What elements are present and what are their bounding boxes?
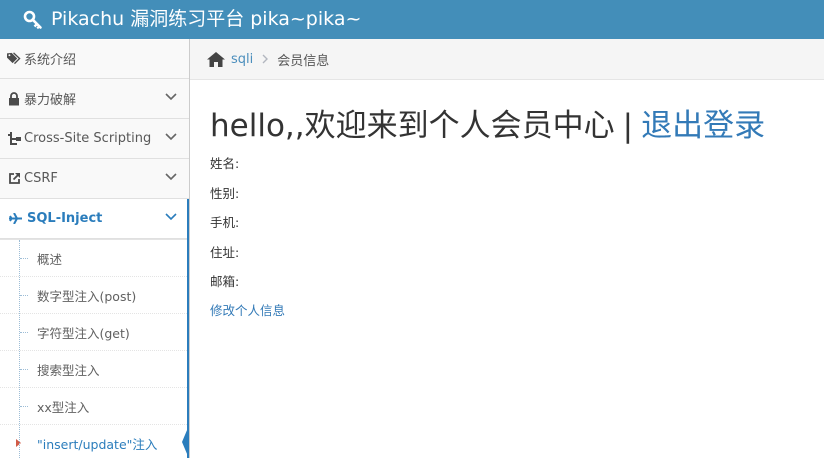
page-title: hello,,欢迎来到个人会员中心 | 退出登录	[210, 98, 765, 154]
sidebar-item-label: SQL-Inject	[27, 211, 103, 226]
sidebar-item-xss[interactable]: Cross-Site Scripting	[0, 119, 189, 159]
active-edge	[187, 199, 189, 458]
field-email: 邮箱:	[210, 274, 240, 289]
submenu-item-overview[interactable]: 概述	[0, 240, 189, 277]
field-phone: 手机:	[210, 215, 240, 230]
key-icon	[23, 10, 42, 29]
brand-title: Pikachu 漏洞练习平台 pika~pika~	[51, 8, 362, 30]
tree-icon	[7, 132, 21, 146]
breadcrumb-current: 会员信息	[277, 53, 330, 69]
submenu-item-xx[interactable]: xx型注入	[0, 388, 189, 425]
main-content: hello,,欢迎来到个人会员中心 | 退出登录 姓名: 性别: 手机: 住址: 邮…	[210, 98, 765, 319]
breadcrumb: sqli 会员信息	[190, 39, 824, 80]
submenu-item-label: 数字型注入(post)	[37, 288, 137, 304]
sidebar-item-label: 系统介绍	[24, 53, 77, 68]
chevron-down-icon	[165, 173, 177, 181]
submenu-item-insert-update[interactable]: "insert/update"注入	[0, 423, 189, 458]
chevron-down-icon	[165, 93, 177, 101]
greeting-text: hello,,欢迎来到个人会员中心	[210, 108, 615, 144]
submenu-item-numeric-post[interactable]: 数字型注入(post)	[0, 277, 189, 314]
field-gender: 性别:	[210, 185, 240, 201]
field-address: 住址:	[210, 244, 240, 260]
submenu-item-label: 概述	[37, 251, 63, 267]
chevron-right-icon	[262, 54, 269, 64]
submenu-item-label: 字符型注入(get)	[37, 325, 130, 341]
submenu-item-label: "insert/update"注入	[37, 436, 158, 452]
sidebar-item-brute-force[interactable]: 暴力破解	[0, 79, 189, 119]
brand[interactable]: Pikachu 漏洞练习平台 pika~pika~	[23, 0, 361, 39]
submenu-item-label: 搜索型注入	[37, 362, 100, 378]
lock-icon	[7, 91, 21, 106]
sidebar-item-label: Cross-Site Scripting	[24, 131, 152, 146]
submenu-tree-line	[19, 240, 20, 458]
sql-inject-submenu: 概述 数字型注入(post) 字符型注入(get) 搜索型注入 xx型注入 "i…	[0, 239, 189, 458]
sidebar: 系统介绍 暴力破解 Cross-Site Scripting CSRF SQL-…	[0, 39, 190, 458]
chevron-down-icon	[165, 213, 177, 221]
edit-profile-link[interactable]: 修改个人信息	[210, 300, 765, 319]
field-name: 姓名:	[210, 156, 240, 171]
sidebar-item-csrf[interactable]: CSRF	[0, 159, 189, 199]
submenu-item-string-get[interactable]: 字符型注入(get)	[0, 314, 189, 351]
logout-link[interactable]: 退出登录	[641, 108, 765, 144]
breadcrumb-link-sqli[interactable]: sqli	[231, 52, 253, 67]
plane-icon	[8, 212, 22, 226]
external-link-icon	[7, 172, 21, 186]
top-navbar: Pikachu 漏洞练习平台 pika~pika~	[0, 0, 824, 39]
chevron-down-icon	[165, 133, 177, 141]
submenu-item-label: xx型注入	[37, 399, 90, 415]
submenu-item-search[interactable]: 搜索型注入	[0, 351, 189, 388]
title-separator: |	[622, 108, 634, 144]
sidebar-item-label: 暴力破解	[24, 93, 77, 108]
sidebar-item-intro[interactable]: 系统介绍	[0, 39, 189, 79]
tags-icon	[7, 52, 21, 66]
sidebar-item-label: CSRF	[24, 171, 58, 186]
sidebar-item-sql-inject[interactable]: SQL-Inject	[0, 199, 189, 239]
home-icon	[207, 51, 225, 67]
